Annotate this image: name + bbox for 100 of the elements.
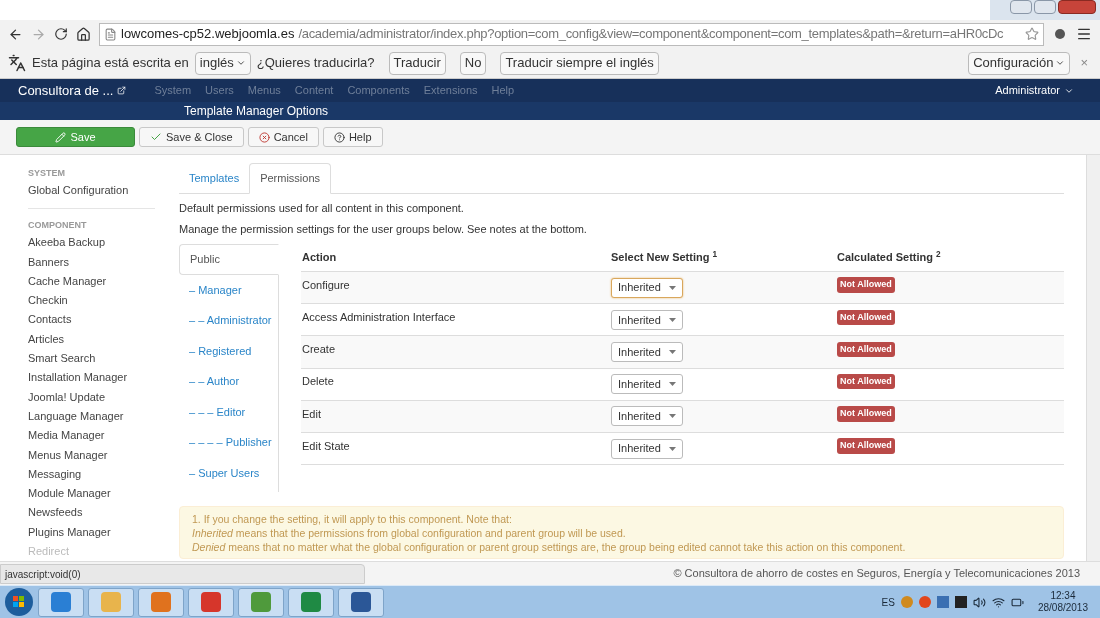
sidebar-item[interactable]: Messaging — [28, 464, 155, 485]
taskbar-app-icon[interactable] — [188, 587, 234, 617]
forward-icon[interactable] — [31, 26, 46, 42]
sidebar-item[interactable]: Plugins Manager — [28, 522, 155, 543]
check-icon — [150, 131, 162, 143]
taskbar-app-icon[interactable] — [288, 587, 334, 617]
help-button[interactable]: Help — [322, 127, 383, 147]
footer-text: © Consultora de ahorro de costes en Seguros, Energía y Telecomunicaciones 2013 — [673, 566, 1080, 582]
translate-button[interactable]: Traducir siempre el inglés — [500, 51, 659, 75]
volume-icon[interactable] — [972, 595, 986, 609]
note-text: Denied means that no matter what the global configuration or parent group settings are, the group being edited cannot take this action on this component. — [192, 540, 907, 554]
caret-icon — [235, 58, 246, 68]
page-icon — [104, 27, 117, 41]
setting-select[interactable]: Inherited — [611, 406, 683, 427]
note-text: 1. If you change the setting, it will apply to this component. Note that: — [192, 512, 513, 526]
group-tab[interactable]: – – – – Publisher — [179, 427, 278, 458]
caret-icon — [669, 349, 676, 354]
status-badge: Not Allowed — [837, 309, 895, 326]
start-button[interactable] — [4, 587, 34, 617]
sidebar-item[interactable]: Contacts — [28, 310, 155, 330]
group-tab[interactable]: – – Administrator — [179, 305, 278, 336]
taskbar-app-icon[interactable] — [38, 587, 84, 617]
intro-text: Default permissions used for all content in this component. — [179, 202, 465, 215]
translate-button[interactable]: No — [459, 51, 487, 75]
sidebar-item[interactable]: Language Manager — [28, 406, 155, 427]
action-name: Edit — [302, 406, 322, 422]
sidebar-heading: SYSTEM — [28, 167, 66, 180]
sidebar-item[interactable]: Akeeba Backup — [28, 233, 155, 253]
group-tab[interactable]: – – – Editor — [179, 396, 278, 427]
caret-icon — [669, 446, 676, 451]
taskbar-app-icon[interactable] — [338, 587, 384, 617]
back-icon[interactable] — [8, 26, 23, 42]
language-dropdown[interactable]: inglés — [194, 51, 251, 75]
settings-dropdown[interactable]: Configuración — [968, 51, 1071, 75]
setting-select[interactable]: Inherited — [611, 309, 683, 330]
action-name: Edit State — [302, 438, 351, 454]
network-icon[interactable] — [991, 595, 1005, 609]
sidebar-item[interactable]: Articles — [28, 329, 155, 350]
intro-text: Manage the permission settings for the user groups below. See notes at the bottom. — [179, 223, 588, 236]
sidebar-item[interactable]: Installation Manager — [28, 368, 155, 388]
sidebar-item[interactable]: Global Configuration — [28, 181, 155, 201]
status-badge: Not Allowed — [837, 406, 895, 422]
cancel-button[interactable]: Cancel — [247, 127, 319, 147]
sidebar-item[interactable]: Media Manager — [28, 426, 155, 446]
action-name: Create — [302, 342, 337, 358]
site-link[interactable]: Consultora de ... — [18, 80, 127, 101]
column-header: Action — [302, 250, 338, 266]
taskbar-app-icon[interactable] — [238, 587, 284, 617]
caret-icon — [669, 317, 676, 322]
default-button[interactable]: Save & Close — [139, 127, 244, 147]
setting-select[interactable]: Inherited — [611, 374, 683, 395]
reload-icon[interactable] — [54, 27, 68, 41]
clock-date: 28/08/2013 — [1037, 602, 1088, 614]
url-path: /academia/administrator/index.php?option=com_config&view=component&component=com_templates&path=&return=aHR0cDc — [298, 25, 1004, 44]
action-name: Delete — [302, 374, 335, 390]
action-name: Access Administration Interface — [302, 310, 457, 326]
sidebar-item[interactable]: Module Manager — [28, 484, 155, 504]
minimize-button[interactable] — [1010, 0, 1032, 14]
group-tab[interactable]: – – Author — [179, 366, 278, 397]
setting-select[interactable]: Inherited — [611, 341, 683, 362]
language-indicator[interactable]: ES — [881, 594, 895, 610]
user-menu[interactable]: Administrator — [995, 82, 1074, 99]
caret-icon — [669, 285, 676, 290]
status-badge: Not Allowed — [837, 373, 895, 390]
column-header: Calculated Setting $^{2}$ — [837, 249, 942, 266]
caret-icon — [669, 414, 676, 419]
cancel-icon — [258, 131, 270, 143]
column-header: Select New Setting $^{1}$ — [611, 249, 719, 266]
group-tab[interactable]: Public — [179, 244, 279, 275]
tray-icon[interactable] — [954, 596, 967, 608]
taskbar-app-icon[interactable] — [138, 587, 184, 617]
close-button[interactable] — [1058, 0, 1096, 14]
caret-icon — [669, 382, 676, 387]
bookmark-icon[interactable] — [1025, 27, 1039, 41]
translate-question: ¿Quieres traducirla? — [256, 54, 375, 73]
status-badge: Not Allowed — [837, 341, 895, 358]
setting-select[interactable]: Inherited — [611, 277, 683, 298]
sidebar-item[interactable]: Smart Search — [28, 349, 155, 369]
sidebar-item[interactable]: Menus Manager — [28, 445, 155, 465]
sidebar-item[interactable]: Banners — [28, 252, 155, 272]
maximize-button[interactable] — [1034, 0, 1056, 14]
sidebar-item[interactable]: Newsfeeds — [28, 503, 155, 523]
sidebar-item[interactable]: Joomla! Update — [28, 387, 155, 407]
url-host: lowcomes-cp52.webjoomla.es — [121, 25, 295, 44]
setting-select[interactable]: Inherited — [611, 438, 683, 459]
menu-icon[interactable] — [1076, 26, 1092, 42]
action-name: Configure — [302, 277, 351, 293]
group-tab[interactable]: – Super Users — [179, 457, 278, 488]
group-tab[interactable]: – Registered — [179, 335, 278, 366]
translate-button[interactable]: Traducir — [388, 51, 446, 75]
extension-icon[interactable] — [1052, 26, 1068, 42]
sidebar-item[interactable]: Cache Manager — [28, 271, 155, 292]
tab[interactable]: Templates — [179, 163, 250, 194]
translate-icon — [8, 54, 26, 72]
tab[interactable]: Permissions — [249, 163, 332, 194]
sidebar-heading: COMPONENT — [28, 219, 88, 233]
sidebar-item[interactable]: Checkin — [28, 291, 155, 311]
group-tab[interactable]: – Manager — [179, 274, 278, 305]
address-field[interactable]: lowcomes-cp52.webjoomla.es /academia/administrator/index.php?option=com_config&view=component&component=com_templates&path=&return=aHR0cDc — [99, 22, 1044, 46]
home-icon[interactable] — [76, 26, 91, 42]
